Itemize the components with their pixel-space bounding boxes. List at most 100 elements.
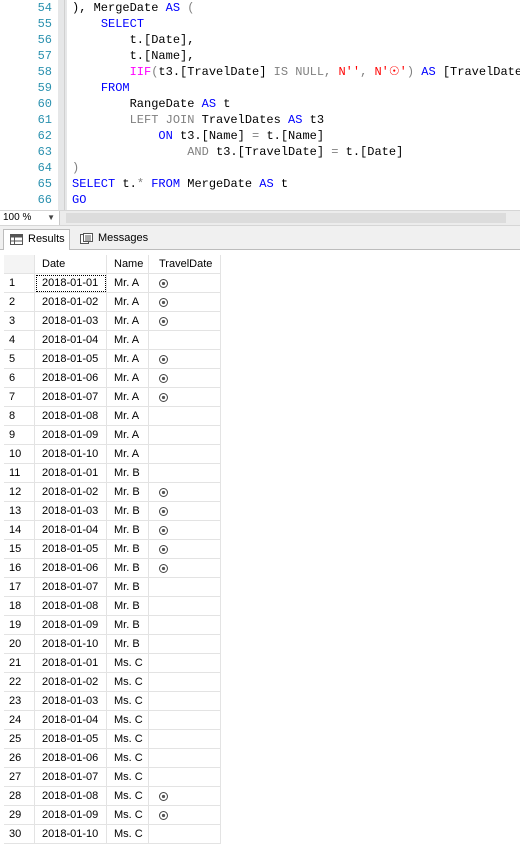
cell-date[interactable]: 2018-01-05 [35, 730, 107, 749]
row-number[interactable]: 29 [4, 806, 35, 825]
cell-traveldate[interactable] [149, 407, 221, 426]
cell-date[interactable]: 2018-01-03 [35, 692, 107, 711]
cell-date[interactable]: 2018-01-02 [35, 483, 107, 502]
cell-date[interactable]: 2018-01-09 [35, 426, 107, 445]
cell-name[interactable]: Mr. A [107, 388, 149, 407]
cell-date[interactable]: 2018-01-01 [35, 274, 107, 293]
cell-traveldate[interactable] [149, 654, 221, 673]
row-number[interactable]: 12 [4, 483, 35, 502]
cell-date[interactable]: 2018-01-06 [35, 369, 107, 388]
cell-date[interactable]: 2018-01-05 [35, 350, 107, 369]
cell-traveldate[interactable] [149, 521, 221, 540]
cell-traveldate[interactable] [149, 293, 221, 312]
cell-traveldate[interactable] [149, 559, 221, 578]
cell-traveldate[interactable] [149, 274, 221, 293]
cell-traveldate[interactable] [149, 635, 221, 654]
cell-date[interactable]: 2018-01-02 [35, 293, 107, 312]
cell-name[interactable]: Ms. C [107, 806, 149, 825]
row-number[interactable]: 1 [4, 274, 35, 293]
cell-name[interactable]: Ms. C [107, 711, 149, 730]
cell-name[interactable]: Mr. A [107, 369, 149, 388]
column-header-traveldate[interactable]: TravelDate [149, 255, 221, 274]
cell-date[interactable]: 2018-01-05 [35, 540, 107, 559]
column-header-date[interactable]: Date [35, 255, 107, 274]
row-number[interactable]: 2 [4, 293, 35, 312]
cell-name[interactable]: Mr. A [107, 426, 149, 445]
row-number[interactable]: 7 [4, 388, 35, 407]
sql-editor[interactable]: 54 55 56 57 58 59 60 61 62 63 64 65 66 ), MergeDate … [0, 0, 520, 210]
row-number[interactable]: 21 [4, 654, 35, 673]
cell-traveldate[interactable] [149, 749, 221, 768]
row-number[interactable]: 4 [4, 331, 35, 350]
cell-traveldate[interactable] [149, 768, 221, 787]
row-number[interactable]: 19 [4, 616, 35, 635]
cell-name[interactable]: Ms. C [107, 654, 149, 673]
cell-traveldate[interactable] [149, 825, 221, 844]
cell-date[interactable]: 2018-01-10 [35, 825, 107, 844]
row-number[interactable]: 22 [4, 673, 35, 692]
cell-traveldate[interactable] [149, 787, 221, 806]
horizontal-scrollbar[interactable] [66, 213, 506, 223]
cell-name[interactable]: Mr. B [107, 483, 149, 502]
cell-name[interactable]: Ms. C [107, 673, 149, 692]
cell-traveldate[interactable] [149, 540, 221, 559]
cell-date[interactable]: 2018-01-03 [35, 502, 107, 521]
column-header-name[interactable]: Name [107, 255, 149, 274]
cell-date[interactable]: 2018-01-09 [35, 806, 107, 825]
row-number[interactable]: 14 [4, 521, 35, 540]
cell-name[interactable]: Mr. B [107, 521, 149, 540]
cell-date[interactable]: 2018-01-08 [35, 407, 107, 426]
cell-traveldate[interactable] [149, 445, 221, 464]
cell-traveldate[interactable] [149, 692, 221, 711]
cell-traveldate[interactable] [149, 673, 221, 692]
cell-name[interactable]: Mr. B [107, 559, 149, 578]
cell-name[interactable]: Ms. C [107, 768, 149, 787]
cell-date[interactable]: 2018-01-04 [35, 711, 107, 730]
cell-name[interactable]: Mr. A [107, 350, 149, 369]
cell-name[interactable]: Ms. C [107, 730, 149, 749]
cell-name[interactable]: Ms. C [107, 787, 149, 806]
cell-traveldate[interactable] [149, 597, 221, 616]
cell-traveldate[interactable] [149, 806, 221, 825]
cell-name[interactable]: Ms. C [107, 749, 149, 768]
cell-name[interactable]: Mr. A [107, 293, 149, 312]
row-number[interactable]: 25 [4, 730, 35, 749]
row-number[interactable]: 11 [4, 464, 35, 483]
cell-date[interactable]: 2018-01-08 [35, 597, 107, 616]
cell-name[interactable]: Mr. B [107, 616, 149, 635]
cell-name[interactable]: Mr. B [107, 540, 149, 559]
cell-traveldate[interactable] [149, 426, 221, 445]
cell-name[interactable]: Ms. C [107, 692, 149, 711]
cell-traveldate[interactable] [149, 483, 221, 502]
cell-date[interactable]: 2018-01-02 [35, 673, 107, 692]
cell-name[interactable]: Mr. B [107, 578, 149, 597]
cell-date[interactable]: 2018-01-07 [35, 578, 107, 597]
row-number[interactable]: 15 [4, 540, 35, 559]
cell-name[interactable]: Mr. B [107, 635, 149, 654]
row-number[interactable]: 24 [4, 711, 35, 730]
cell-traveldate[interactable] [149, 312, 221, 331]
cell-date[interactable]: 2018-01-01 [35, 464, 107, 483]
cell-name[interactable]: Mr. A [107, 407, 149, 426]
row-number[interactable]: 16 [4, 559, 35, 578]
cell-date[interactable]: 2018-01-07 [35, 768, 107, 787]
cell-name[interactable]: Ms. C [107, 825, 149, 844]
cell-date[interactable]: 2018-01-06 [35, 559, 107, 578]
cell-name[interactable]: Mr. B [107, 597, 149, 616]
cell-date[interactable]: 2018-01-06 [35, 749, 107, 768]
cell-traveldate[interactable] [149, 388, 221, 407]
row-number[interactable]: 5 [4, 350, 35, 369]
cell-traveldate[interactable] [149, 730, 221, 749]
tab-messages[interactable]: Messages [74, 229, 150, 250]
cell-traveldate[interactable] [149, 464, 221, 483]
cell-date[interactable]: 2018-01-01 [35, 654, 107, 673]
cell-date[interactable]: 2018-01-10 [35, 635, 107, 654]
cell-name[interactable]: Mr. B [107, 464, 149, 483]
row-number[interactable]: 18 [4, 597, 35, 616]
cell-date[interactable]: 2018-01-03 [35, 312, 107, 331]
row-number[interactable]: 27 [4, 768, 35, 787]
cell-traveldate[interactable] [149, 616, 221, 635]
row-number[interactable]: 28 [4, 787, 35, 806]
row-number[interactable]: 30 [4, 825, 35, 844]
row-number[interactable]: 26 [4, 749, 35, 768]
